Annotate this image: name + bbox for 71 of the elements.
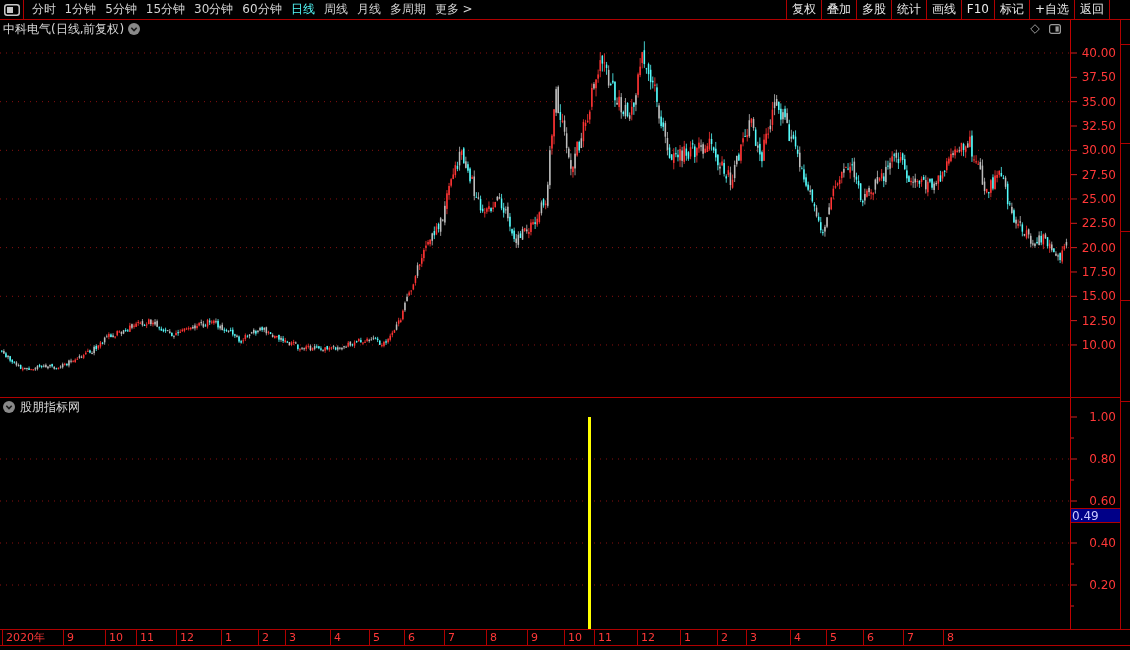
time-axis-label: 7 [903, 630, 914, 645]
toolbar-button[interactable]: 复权 [785, 0, 821, 19]
value-axis-label: 0.60 [1089, 494, 1116, 508]
time-axis-label: 1 [221, 630, 232, 645]
period-tab[interactable]: 更多 > [430, 0, 477, 19]
price-axis-label: 35.00 [1081, 94, 1116, 109]
time-axis-label: 3 [746, 630, 757, 645]
chevron-down-icon[interactable] [3, 401, 15, 413]
panel-toggle-icon[interactable] [3, 3, 20, 16]
toolbar-button[interactable]: 统计 [890, 0, 926, 19]
diamond-icon[interactable] [1030, 24, 1040, 34]
time-axis-label: 1 [680, 630, 691, 645]
period-tab[interactable]: 15分钟 [141, 0, 190, 19]
time-axis-label: 12 [176, 630, 194, 645]
period-tab[interactable]: 60分钟 [237, 0, 287, 19]
time-axis-label: 11 [594, 630, 612, 645]
current-value-label: 0.49 [1071, 508, 1120, 523]
value-axis-label: 0.80 [1089, 452, 1116, 466]
period-tab[interactable]: 月线 [352, 0, 386, 19]
price-axis-label: 40.00 [1081, 46, 1116, 60]
price-axis-label: 20.00 [1081, 240, 1116, 255]
price-axis-label: 37.50 [1081, 70, 1116, 85]
value-axis-label: 0.20 [1089, 578, 1116, 592]
price-axis-label: 10.00 [1081, 337, 1116, 352]
time-axis-label: 6 [404, 630, 415, 645]
time-axis-label: 8 [943, 630, 954, 645]
price-axis-label: 27.50 [1081, 167, 1116, 182]
toolbar-button[interactable]: 叠加 [820, 0, 856, 19]
time-axis-label: 11 [136, 630, 154, 645]
period-tab[interactable]: 日线 [286, 0, 320, 19]
toolbar-button[interactable]: F10 [960, 0, 994, 19]
time-axis-label: 9 [527, 630, 538, 645]
time-axis-label: 12 [637, 630, 655, 645]
price-axis-label: 17.50 [1081, 264, 1116, 279]
period-tab[interactable]: 周线 [319, 0, 353, 19]
price-axis-label: 30.00 [1081, 143, 1116, 158]
price-axis-label: 15.00 [1081, 289, 1116, 304]
toolbar-button[interactable]: 画线 [925, 0, 961, 19]
time-axis-label: 10 [564, 630, 582, 645]
price-axis-label: 22.50 [1081, 216, 1116, 231]
chart-title: 中科电气(日线,前复权) [3, 20, 125, 38]
time-axis-label: 7 [444, 630, 455, 645]
time-axis-label: 5 [826, 630, 837, 645]
time-axis-label: 5 [369, 630, 380, 645]
price-axis-label: 12.50 [1081, 313, 1116, 328]
time-axis-label: 10 [105, 630, 123, 645]
time-axis-label: 8 [486, 630, 497, 645]
time-axis-label: 4 [790, 630, 801, 645]
time-axis-label: 2020年 [2, 630, 45, 645]
price-axis-label: 25.00 [1081, 191, 1116, 206]
indicator-title: 股朋指标网 [20, 398, 80, 416]
period-tab[interactable]: 1分钟 [60, 0, 101, 19]
time-axis-label: 3 [285, 630, 296, 645]
chevron-down-icon[interactable] [128, 23, 141, 35]
time-axis-label: 4 [330, 630, 341, 645]
time-axis-label: 2 [258, 630, 269, 645]
value-axis-label: 0.40 [1089, 536, 1116, 550]
time-axis-label: 6 [863, 630, 874, 645]
period-tab[interactable]: 多周期 [385, 0, 431, 19]
toolbar-button[interactable]: 多股 [855, 0, 891, 19]
panel-toggle-icon[interactable] [1049, 24, 1061, 34]
period-tab[interactable]: 30分钟 [189, 0, 238, 19]
time-axis-label: 9 [63, 630, 74, 645]
time-axis-label: 2 [717, 630, 728, 645]
period-tab[interactable]: 分时 [27, 0, 60, 19]
period-tab[interactable]: 5分钟 [100, 0, 142, 19]
price-axis-label: 32.50 [1081, 119, 1116, 133]
value-axis-label: 1.00 [1089, 410, 1116, 424]
toolbar-button[interactable]: 标记 [993, 0, 1029, 19]
toolbar-button[interactable]: 返回 [1074, 0, 1110, 19]
toolbar-button[interactable]: +自选 [1028, 0, 1074, 19]
